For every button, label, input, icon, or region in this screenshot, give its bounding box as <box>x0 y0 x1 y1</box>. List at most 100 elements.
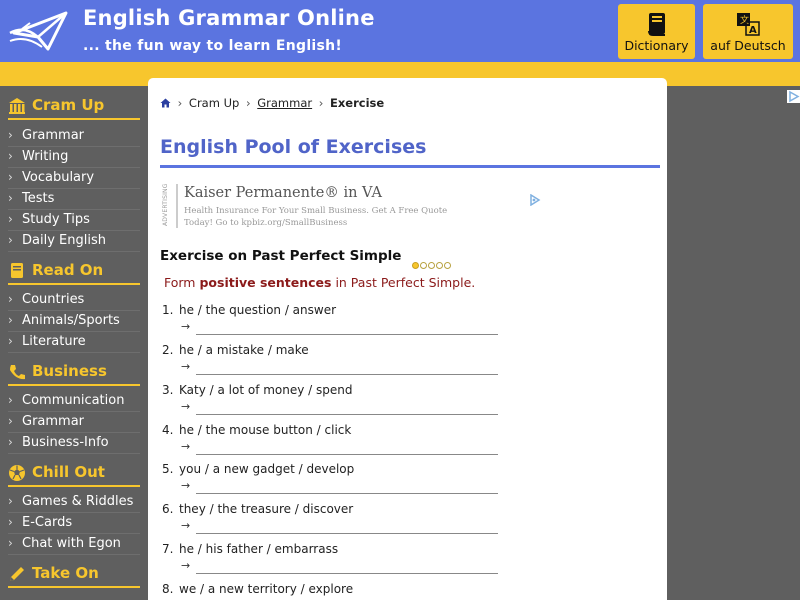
sidebar-item-chat-with-egon[interactable]: › Chat with Egon <box>8 534 140 555</box>
title-divider <box>160 165 660 168</box>
sidebar-item-label: Tests <box>22 191 55 206</box>
phone-icon <box>10 365 25 380</box>
sidebar-item-tests[interactable]: › Tests <box>8 189 140 210</box>
sidebar-section-title: Chill Out <box>32 463 105 481</box>
task-number: 1. <box>162 303 174 317</box>
sidebar-item-business-info[interactable]: › Business-Info <box>8 433 140 454</box>
sidebar-item-study-tips[interactable]: › Study Tips <box>8 210 140 231</box>
sidebar-item-countries[interactable]: › Countries <box>8 290 140 311</box>
chevron-right-icon: › <box>8 515 13 529</box>
auf-deutsch-button[interactable]: 文 A auf Deutsch <box>703 4 793 59</box>
book-icon <box>647 13 665 36</box>
main-content: › Cram Up › Grammar › Exercise English P… <box>148 78 667 600</box>
sidebar-section-business[interactable]: Business <box>8 360 140 386</box>
sidebar-section-take-on[interactable]: Take On <box>8 562 140 588</box>
site-header: English Grammar Online ... the fun way t… <box>0 0 800 62</box>
sidebar-item-label: Study Tips <box>22 212 90 227</box>
sidebar-item-label: Daily English <box>22 233 106 248</box>
instruction-text: in Past Perfect Simple. <box>331 275 476 290</box>
sidebar-item-daily-english[interactable]: › Daily English <box>8 231 140 252</box>
chevron-right-icon: › <box>8 233 13 247</box>
answer-input[interactable] <box>196 399 498 415</box>
task-prompt: we / a new territory / explore <box>179 582 354 596</box>
sidebar-item-label: Countries <box>22 292 85 307</box>
instruction-emphasis: positive sentences <box>199 275 332 290</box>
answer-input[interactable] <box>196 558 498 574</box>
task-number: 5. <box>162 462 174 476</box>
ad-text[interactable]: Health Insurance For Your Small Business… <box>184 205 464 229</box>
answer-input[interactable] <box>196 359 498 375</box>
arrow-right-icon: → <box>181 479 191 492</box>
sidebar-item-vocabulary[interactable]: › Vocabulary <box>8 168 140 189</box>
task-number: 2. <box>162 343 174 357</box>
sidebar-item-label: Business-Info <box>22 435 109 450</box>
difficulty-dot <box>444 262 451 269</box>
task-number: 3. <box>162 383 174 397</box>
svg-text:文: 文 <box>740 14 749 26</box>
arrow-right-icon: → <box>181 320 191 333</box>
sidebar-section-title: Cram Up <box>32 96 105 114</box>
sidebar-item-communication[interactable]: › Communication <box>8 391 140 412</box>
exercise-task: 1. he / the question / answer → <box>162 303 502 343</box>
sidebar-section-title: Take On <box>32 564 99 582</box>
chevron-right-icon: › <box>8 149 13 163</box>
difficulty-dot-filled <box>412 262 419 269</box>
task-prompt: he / the question / answer <box>179 303 337 317</box>
chevron-right-icon: › <box>8 170 13 184</box>
exercise-task: 4. he / the mouse button / click → <box>162 423 502 463</box>
chevron-right-icon: › <box>8 212 13 226</box>
breadcrumb-grammar-link[interactable]: Grammar <box>257 96 312 110</box>
breadcrumb-cram-up[interactable]: Cram Up <box>189 96 239 110</box>
task-prompt: he / a mistake / make <box>179 343 309 357</box>
advertisement[interactable]: ADVERTISING Kaiser Permanente® in VA Hea… <box>162 182 542 230</box>
page-title: English Pool of Exercises <box>160 136 427 158</box>
adchoices-icon[interactable] <box>529 194 541 206</box>
answer-input[interactable] <box>196 478 498 494</box>
sidebar-section-read-on[interactable]: Read On <box>8 259 140 285</box>
chevron-right-icon: › <box>8 128 13 142</box>
ad-label: ADVERTISING <box>162 183 169 226</box>
sidebar-section-cram-up[interactable]: Cram Up <box>8 94 140 120</box>
sidebar-section-chill-out[interactable]: Chill Out <box>8 461 140 487</box>
sidebar-item-business-grammar[interactable]: › Grammar <box>8 412 140 433</box>
logo-icon[interactable] <box>8 7 70 55</box>
adchoices-icon[interactable] <box>787 90 800 103</box>
task-prompt: he / the mouse button / click <box>179 423 352 437</box>
arrow-right-icon: → <box>181 360 191 373</box>
ad-headline[interactable]: Kaiser Permanente® in VA <box>184 185 382 201</box>
task-prompt: you / a new gadget / develop <box>179 462 355 476</box>
sidebar-item-animals-sports[interactable]: › Animals/Sports <box>8 311 140 332</box>
breadcrumb-current: Exercise <box>330 96 385 110</box>
chevron-right-icon: › <box>8 536 13 550</box>
exercise-task: 5. you / a new gadget / develop → <box>162 462 502 502</box>
sidebar-item-grammar[interactable]: › Grammar <box>8 126 140 147</box>
sidebar-item-label: Animals/Sports <box>22 313 120 328</box>
breadcrumb: › Cram Up › Grammar › Exercise <box>160 96 384 110</box>
sidebar-item-e-cards[interactable]: › E-Cards <box>8 513 140 534</box>
task-prompt: he / his father / embarrass <box>179 542 339 556</box>
answer-input[interactable] <box>196 518 498 534</box>
sidebar-item-label: Writing <box>22 149 69 164</box>
answer-input[interactable] <box>196 319 498 335</box>
auf-deutsch-label: auf Deutsch <box>710 38 786 53</box>
sidebar-item-games-riddles[interactable]: › Games & Riddles <box>8 492 140 513</box>
sidebar-section-title: Business <box>32 362 107 380</box>
sidebar-item-label: Grammar <box>22 414 85 429</box>
sidebar-section-title: Read On <box>32 261 104 279</box>
sidebar-item-writing[interactable]: › Writing <box>8 147 140 168</box>
chevron-right-icon: › <box>8 292 13 306</box>
dictionary-button[interactable]: Dictionary <box>618 4 695 59</box>
sidebar-item-label: E-Cards <box>22 515 73 530</box>
home-icon[interactable] <box>160 98 171 108</box>
arrow-right-icon: → <box>181 519 191 532</box>
sidebar: Cram Up › Grammar › Writing › Vocabulary › T… <box>0 86 148 600</box>
site-title[interactable]: English Grammar Online <box>83 6 375 30</box>
difficulty-rating <box>412 254 452 273</box>
sidebar-item-label: Literature <box>22 334 86 349</box>
sidebar-item-literature[interactable]: › Literature <box>8 332 140 353</box>
arrow-right-icon: → <box>181 440 191 453</box>
exercise-title: Exercise on Past Perfect Simple <box>160 248 402 264</box>
answer-input[interactable] <box>196 439 498 455</box>
task-number: 6. <box>162 502 174 516</box>
chevron-right-icon: › <box>8 334 13 348</box>
